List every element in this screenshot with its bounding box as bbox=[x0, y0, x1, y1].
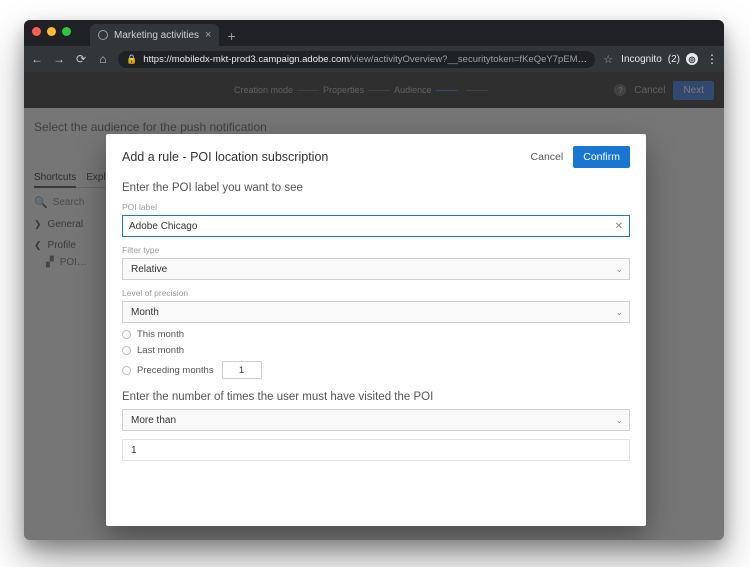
favicon-icon bbox=[98, 30, 108, 40]
modal-cancel-button[interactable]: Cancel bbox=[531, 151, 564, 163]
modal-prompt-2: Enter the number of times the user must … bbox=[122, 391, 630, 403]
radio-label: Last month bbox=[137, 345, 184, 356]
chevron-down-icon: ⌄ bbox=[615, 264, 623, 275]
preceding-months-input[interactable]: 1 bbox=[222, 361, 262, 379]
precision-radio-group: This month Last month Preceding months 1 bbox=[122, 329, 630, 379]
modal-prompt-1: Enter the POI label you want to see bbox=[122, 182, 630, 194]
incognito-icon: ◎ bbox=[686, 53, 698, 65]
filter-type-value: Relative bbox=[131, 264, 615, 275]
incognito-indicator: Incognito (2) ◎ bbox=[621, 53, 698, 65]
minimize-window-dot[interactable] bbox=[47, 27, 56, 36]
address-bar[interactable]: 🔒 https://mobiledx-mkt-prod3.campaign.ad… bbox=[118, 51, 595, 68]
chevron-down-icon: ⌄ bbox=[615, 415, 623, 426]
radio-icon bbox=[122, 366, 131, 375]
radio-label: Preceding months bbox=[137, 365, 214, 376]
browser-toolbar: ← → ⟳ ⌂ 🔒 https://mobiledx-mkt-prod3.cam… bbox=[24, 46, 724, 72]
back-button[interactable]: ← bbox=[30, 52, 44, 66]
url-text: https://mobiledx-mkt-prod3.campaign.adob… bbox=[143, 54, 587, 65]
forward-button[interactable]: → bbox=[52, 52, 66, 66]
browser-tab[interactable]: Marketing activities × bbox=[90, 24, 219, 46]
radio-icon bbox=[122, 330, 131, 339]
browser-menu-icon[interactable]: ⋮ bbox=[706, 52, 718, 66]
modal-confirm-button[interactable]: Confirm bbox=[573, 146, 630, 168]
radio-last-month[interactable]: Last month bbox=[122, 345, 630, 356]
precision-select[interactable]: Month ⌄ bbox=[122, 301, 630, 323]
comparison-value: More than bbox=[131, 415, 615, 426]
close-window-dot[interactable] bbox=[32, 27, 41, 36]
browser-window: Marketing activities × + ← → ⟳ ⌂ 🔒 https… bbox=[24, 20, 724, 540]
precision-caption: Level of precision bbox=[122, 288, 630, 298]
home-button[interactable]: ⌂ bbox=[96, 52, 110, 66]
radio-icon bbox=[122, 346, 131, 355]
incognito-label: Incognito bbox=[621, 54, 662, 65]
filter-type-select[interactable]: Relative ⌄ bbox=[122, 258, 630, 280]
poi-label-caption: POI label bbox=[122, 202, 630, 212]
browser-tabstrip: Marketing activities × + bbox=[24, 20, 724, 46]
modal-title: Add a rule - POI location subscription bbox=[122, 150, 328, 164]
maximize-window-dot[interactable] bbox=[62, 27, 71, 36]
poi-label-value: Adobe Chicago bbox=[129, 221, 615, 232]
bookmark-star-icon[interactable]: ☆ bbox=[603, 53, 613, 66]
page-body: Creation mode Properties Audience ? Canc… bbox=[24, 72, 724, 540]
incognito-count: (2) bbox=[668, 54, 680, 65]
add-rule-modal: Add a rule - POI location subscription C… bbox=[106, 134, 646, 526]
precision-value: Month bbox=[131, 307, 615, 318]
radio-this-month[interactable]: This month bbox=[122, 329, 630, 340]
new-tab-button[interactable]: + bbox=[219, 28, 243, 46]
close-tab-icon[interactable]: × bbox=[205, 29, 211, 41]
reload-button[interactable]: ⟳ bbox=[74, 52, 88, 66]
tab-title: Marketing activities bbox=[114, 30, 199, 41]
radio-preceding-months[interactable]: Preceding months 1 bbox=[122, 361, 630, 379]
lock-icon: 🔒 bbox=[126, 54, 137, 65]
filter-type-caption: Filter type bbox=[122, 245, 630, 255]
visit-count-input[interactable]: 1 bbox=[122, 439, 630, 461]
radio-label: This month bbox=[137, 329, 184, 340]
visit-count-value: 1 bbox=[131, 445, 137, 456]
chevron-down-icon: ⌄ bbox=[615, 307, 623, 318]
comparison-select[interactable]: More than ⌄ bbox=[122, 409, 630, 431]
poi-label-input[interactable]: Adobe Chicago ✕ bbox=[122, 215, 630, 237]
clear-input-icon[interactable]: ✕ bbox=[615, 221, 623, 232]
window-traffic-lights bbox=[32, 27, 71, 36]
